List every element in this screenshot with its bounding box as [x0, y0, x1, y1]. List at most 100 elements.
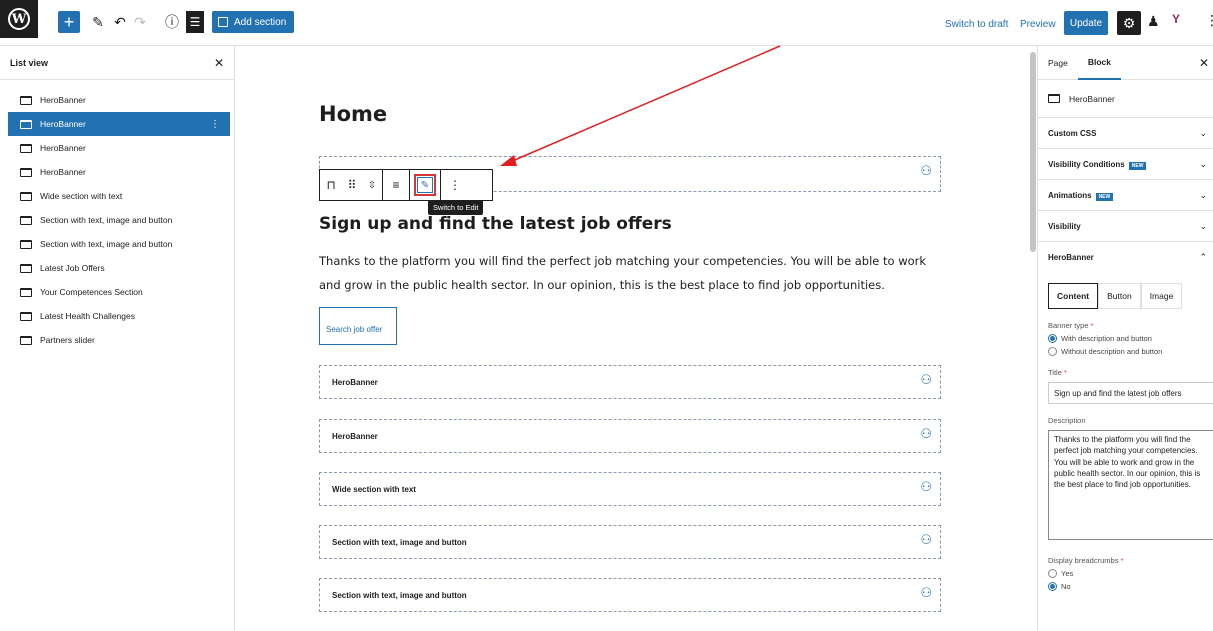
item-options-icon[interactable]: ⋮ [210, 119, 220, 130]
wordpress-logo-icon[interactable]: W [0, 0, 38, 38]
list-item-selected[interactable]: HeroBanner ⋮ [8, 112, 230, 136]
move-up-down-icon[interactable]: ⇳ [362, 170, 382, 200]
user-icon: ⚇ [920, 426, 932, 441]
panel-title: Custom CSS [1048, 128, 1097, 138]
radio-unchecked-icon [1048, 347, 1057, 356]
switch-to-edit-button[interactable]: ✎ [414, 174, 436, 196]
breadcrumbs-label: Display breadcrumbs * [1048, 556, 1213, 565]
block-label: HeroBanner [332, 431, 378, 441]
block-icon [20, 215, 32, 225]
panel-herobanner[interactable]: HeroBanner ⌃ [1038, 242, 1213, 273]
section-block[interactable]: Section with text, image and button ⚇ [319, 578, 941, 612]
herobanner-subtabs: Content Button Image [1048, 283, 1213, 309]
panel-visibility[interactable]: Visibility ⌄ [1038, 211, 1213, 242]
subtab-button[interactable]: Button [1098, 283, 1141, 309]
scrollbar-thumb[interactable] [1030, 52, 1036, 252]
panel-custom-css[interactable]: Custom CSS ⌄ [1038, 118, 1213, 149]
redo-icon[interactable]: ↷ [132, 11, 148, 33]
top-toolbar: W + ✎ ↶ ↷ ⓘ ☰ Add section Switch to draf… [0, 0, 1213, 46]
list-item[interactable]: HeroBanner [0, 160, 234, 184]
chevron-down-icon: ⌄ [1199, 158, 1207, 169]
user-icon[interactable]: ♟ [1147, 13, 1160, 30]
subtab-image[interactable]: Image [1140, 283, 1183, 309]
block-icon [20, 143, 32, 153]
block-icon [20, 95, 32, 105]
panel-title: HeroBanner [1048, 253, 1094, 262]
section-block[interactable]: Section with text, image and button ⚇ [319, 525, 941, 559]
close-icon[interactable]: ✕ [1199, 56, 1209, 70]
label-text: Display breadcrumbs [1048, 556, 1119, 565]
block-icon [1048, 94, 1060, 103]
block-icon [20, 191, 32, 201]
radio-without-description[interactable]: Without description and button [1048, 347, 1213, 356]
title-input[interactable]: Sign up and find the latest job offers [1048, 382, 1213, 404]
options-kebab-icon[interactable]: ⋮ [1205, 12, 1213, 29]
settings-gear-icon[interactable]: ⚙ [1117, 11, 1141, 35]
list-item[interactable]: Section with text, image and button [0, 208, 234, 232]
switch-to-draft-link[interactable]: Switch to draft [945, 19, 1008, 30]
list-item-label: Wide section with text [40, 191, 123, 201]
list-item-label: Section with text, image and button [40, 215, 173, 225]
block-card: HeroBanner [1038, 80, 1213, 118]
list-item[interactable]: Latest Health Challenges [0, 304, 234, 328]
label-text: Title [1048, 368, 1062, 377]
list-item[interactable]: Section with text, image and button [0, 232, 234, 256]
canvas-scrollbar[interactable] [1029, 46, 1037, 631]
block-card-title: HeroBanner [1069, 93, 1115, 104]
panel-visibility-conditions[interactable]: Visibility Conditions NEW ⌄ [1038, 149, 1213, 180]
list-item[interactable]: Partners slider [0, 328, 234, 352]
chevron-down-icon: ⌄ [1199, 127, 1207, 138]
herobanner-block[interactable]: HeroBanner ⚇ [319, 419, 941, 453]
list-item[interactable]: Latest Job Offers [0, 256, 234, 280]
user-icon: ⚇ [920, 163, 932, 178]
block-label: Section with text, image and button [332, 537, 467, 547]
update-button[interactable]: Update [1064, 11, 1108, 35]
radio-with-description[interactable]: With description and button [1048, 334, 1213, 343]
tab-page[interactable]: Page [1038, 46, 1078, 80]
tab-block[interactable]: Block [1077, 46, 1122, 80]
block-label: Wide section with text [332, 484, 416, 494]
radio-unchecked-icon [1048, 569, 1057, 578]
list-item[interactable]: Your Competences Section [0, 280, 234, 304]
block-toolbar: ⊓ ⠿ ⇳ ≡ ✎ ⋮ [319, 169, 493, 201]
wide-section-block[interactable]: Wide section with text ⚇ [319, 472, 941, 506]
add-section-button[interactable]: Add section [212, 11, 295, 33]
panel-title: Visibility Conditions [1048, 159, 1125, 169]
pencil-icon: ✎ [417, 177, 433, 193]
title-label: Title * [1048, 368, 1213, 377]
more-options-icon[interactable]: ⋮ [441, 170, 469, 200]
radio-breadcrumbs-yes[interactable]: Yes [1048, 569, 1213, 578]
preview-link[interactable]: Preview [1020, 19, 1056, 30]
close-icon[interactable]: ✕ [214, 56, 224, 70]
add-section-icon [218, 17, 228, 27]
block-inserter-plus-icon[interactable]: + [58, 11, 80, 33]
block-label: HeroBanner [332, 377, 378, 387]
yoast-seo-icon[interactable]: Y [1172, 12, 1180, 26]
list-item[interactable]: Wide section with text [0, 184, 234, 208]
radio-breadcrumbs-no[interactable]: No [1048, 582, 1213, 591]
search-job-offer-button[interactable]: Search job offer [319, 307, 397, 345]
page-title[interactable]: Home [319, 102, 387, 126]
list-view-icon[interactable]: ☰ [186, 11, 204, 33]
subtab-content[interactable]: Content [1048, 283, 1099, 309]
drag-handle-icon[interactable]: ⠿ [342, 170, 362, 200]
list-item[interactable]: HeroBanner [0, 136, 234, 160]
list-view-title: List view [10, 57, 49, 68]
radio-checked-icon [1048, 582, 1057, 591]
description-textarea[interactable]: Thanks to the platform you will find the… [1048, 430, 1213, 540]
section-paragraph[interactable]: Thanks to the platform you will find the… [319, 249, 939, 297]
panel-animations[interactable]: Animations NEW ⌄ [1038, 180, 1213, 211]
block-type-icon[interactable]: ⊓ [320, 170, 342, 200]
info-icon[interactable]: ⓘ [163, 11, 181, 33]
editor-canvas: Home ⚇ ⊓ ⠿ ⇳ ≡ ✎ ⋮ Switch to Edit Sign u… [235, 46, 1029, 631]
pencil-tools-icon[interactable]: ✎ [88, 11, 108, 33]
undo-icon[interactable]: ↶ [112, 11, 128, 33]
align-icon[interactable]: ≡ [383, 170, 409, 200]
section-heading[interactable]: Sign up and find the latest job offers [319, 214, 672, 234]
list-item[interactable]: HeroBanner [0, 88, 234, 112]
block-icon [20, 239, 32, 249]
switch-to-edit-tooltip: Switch to Edit [428, 200, 484, 215]
panel-title: Animations [1048, 190, 1092, 200]
add-section-label: Add section [234, 16, 287, 28]
herobanner-block[interactable]: HeroBanner ⚇ [319, 365, 941, 399]
